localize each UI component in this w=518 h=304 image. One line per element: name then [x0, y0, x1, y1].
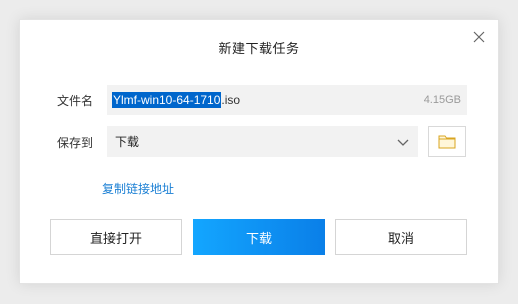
- folder-icon: [438, 135, 456, 149]
- new-download-dialog: 新建下载任务 文件名 Ylmf-win10-64-1710.iso 4.15GB…: [19, 19, 499, 284]
- filename-field[interactable]: Ylmf-win10-64-1710.iso 4.15GB: [107, 85, 467, 115]
- dialog-title: 新建下载任务: [218, 42, 300, 57]
- save-location-select[interactable]: 下载: [107, 126, 418, 157]
- open-directly-button[interactable]: 直接打开: [50, 219, 182, 255]
- file-size: 4.15GB: [423, 94, 461, 106]
- download-button[interactable]: 下载: [193, 219, 325, 255]
- browse-folder-button[interactable]: [428, 126, 466, 157]
- filename-label: 文件名: [57, 94, 94, 108]
- close-button[interactable]: [470, 28, 488, 46]
- filename-extension[interactable]: .iso: [221, 93, 240, 107]
- save-to-label: 保存到: [57, 136, 94, 150]
- copy-link-address[interactable]: 复制链接地址: [102, 180, 174, 197]
- close-icon: [473, 31, 485, 43]
- filename-text[interactable]: Ylmf-win10-64-1710.iso: [112, 92, 424, 108]
- chevron-down-icon: [397, 139, 409, 146]
- filename-selected-text[interactable]: Ylmf-win10-64-1710: [112, 92, 222, 108]
- save-location-value: 下载: [115, 135, 140, 149]
- cancel-button[interactable]: 取消: [335, 219, 467, 255]
